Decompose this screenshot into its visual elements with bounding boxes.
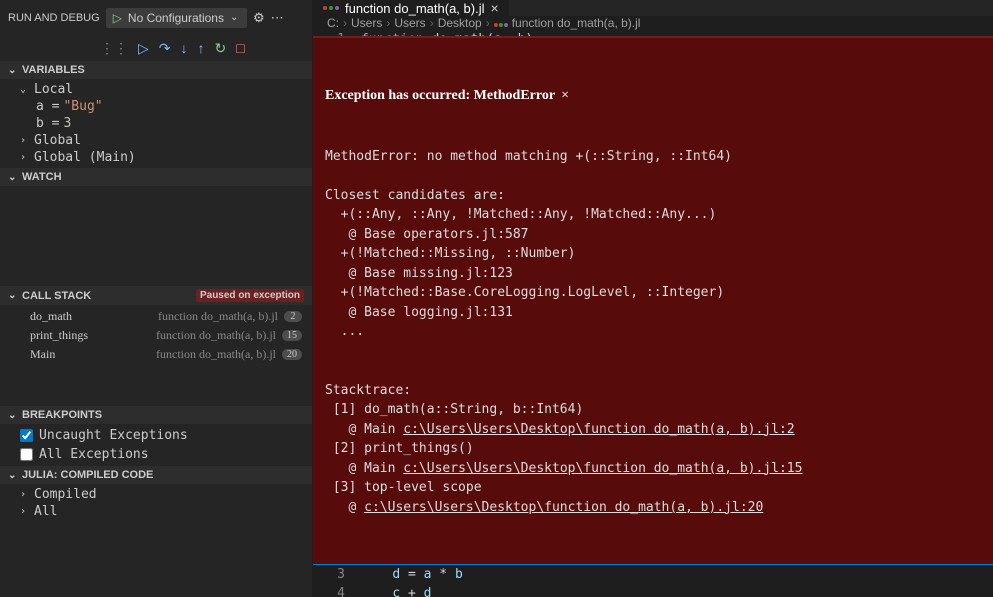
julia-icon	[323, 6, 339, 10]
editor-pane: function do_math(a, b).jl × C:›Users›Use…	[313, 0, 993, 597]
exception-body: MethodError: no method matching +(::Stri…	[325, 147, 981, 518]
chevron-down-icon: ⌄	[8, 410, 18, 421]
watch-body	[0, 186, 312, 286]
variables-header[interactable]: ⌄ VARIABLES	[0, 61, 312, 79]
julia-body: ›Compiled ›All	[0, 484, 312, 522]
julia-all[interactable]: ›All	[0, 503, 312, 520]
scope-global-main[interactable]: ›Global (Main)	[0, 149, 312, 166]
code-area-below[interactable]: 3 d = a * b4 c + d5end67function print_t…	[313, 565, 993, 597]
play-icon: ▷	[113, 11, 122, 25]
tab-file[interactable]: function do_math(a, b).jl ×	[313, 0, 510, 16]
restart-icon[interactable]: ↻	[215, 40, 227, 57]
callstack-header[interactable]: ⌄ CALL STACK Paused on exception	[0, 286, 312, 305]
breakpoint-checkbox[interactable]	[20, 429, 33, 442]
breakpoint-item[interactable]: All Exceptions	[0, 445, 312, 464]
callstack-body: do_mathfunction do_math(a, b).jl2print_t…	[0, 305, 312, 366]
config-dropdown[interactable]: ▷ No Configurations ⌄	[106, 8, 247, 28]
variables-body: ⌄Local a = "Bug" b = 3 ›Global ›Global (…	[0, 79, 312, 168]
chevron-down-icon: ⌄	[8, 290, 18, 301]
step-over-icon[interactable]: ↷	[159, 40, 171, 57]
breakpoints-body: Uncaught ExceptionsAll Exceptions	[0, 424, 312, 466]
debug-sidebar: RUN AND DEBUG ▷ No Configurations ⌄ ⚙ ⋯ …	[0, 0, 313, 597]
chevron-down-icon: ⌄	[230, 12, 240, 23]
run-debug-title: RUN AND DEBUG	[8, 12, 100, 24]
close-icon[interactable]: ×	[561, 88, 569, 103]
tab-title: function do_math(a, b).jl	[345, 1, 484, 16]
breakpoint-checkbox[interactable]	[20, 448, 33, 461]
close-icon[interactable]: ×	[490, 0, 498, 16]
var-a[interactable]: a = "Bug"	[0, 98, 312, 115]
julia-header[interactable]: ⌄ JULIA: COMPILED CODE	[0, 466, 312, 484]
config-label: No Configurations	[128, 11, 224, 25]
stack-frame[interactable]: Mainfunction do_math(a, b).jl20	[0, 345, 312, 364]
continue-icon[interactable]: ▷	[138, 40, 149, 57]
code-line[interactable]: 3 d = a * b	[313, 565, 993, 584]
exception-title: Exception has occurred: MethodError×	[325, 85, 981, 106]
watch-header[interactable]: ⌄ WATCH	[0, 168, 312, 186]
debug-topbar: RUN AND DEBUG ▷ No Configurations ⌄ ⚙ ⋯	[0, 0, 312, 35]
debug-toolbar: ⋮⋮ ▷ ↷ ↓ ↑ ↻ □	[0, 35, 312, 61]
drag-handle-icon[interactable]: ⋮⋮	[100, 40, 128, 57]
step-out-icon[interactable]: ↑	[198, 40, 205, 56]
gear-icon[interactable]: ⚙	[253, 10, 265, 26]
stack-frame[interactable]: print_thingsfunction do_math(a, b).jl15	[0, 326, 312, 345]
chevron-down-icon: ⌄	[8, 470, 18, 481]
chevron-down-icon: ⌄	[8, 172, 18, 183]
scope-local[interactable]: ⌄Local	[0, 81, 312, 98]
scope-global[interactable]: ›Global	[0, 132, 312, 149]
julia-compiled[interactable]: ›Compiled	[0, 486, 312, 503]
stack-frame[interactable]: do_mathfunction do_math(a, b).jl2	[0, 307, 312, 326]
stop-icon[interactable]: □	[236, 40, 244, 56]
tab-bar: function do_math(a, b).jl ×	[313, 0, 993, 16]
code-line[interactable]: 4 c + d	[313, 584, 993, 597]
var-b[interactable]: b = 3	[0, 115, 312, 132]
more-icon[interactable]: ⋯	[271, 10, 284, 26]
paused-badge: Paused on exception	[196, 289, 304, 302]
breakpoints-header[interactable]: ⌄ BREAKPOINTS	[0, 406, 312, 424]
breadcrumb[interactable]: C:›Users›Users›Desktop›function do_math(…	[313, 16, 993, 30]
exception-widget: Exception has occurred: MethodError× Met…	[313, 36, 993, 566]
step-into-icon[interactable]: ↓	[181, 40, 188, 56]
breakpoint-item[interactable]: Uncaught Exceptions	[0, 426, 312, 445]
chevron-down-icon: ⌄	[8, 65, 18, 76]
